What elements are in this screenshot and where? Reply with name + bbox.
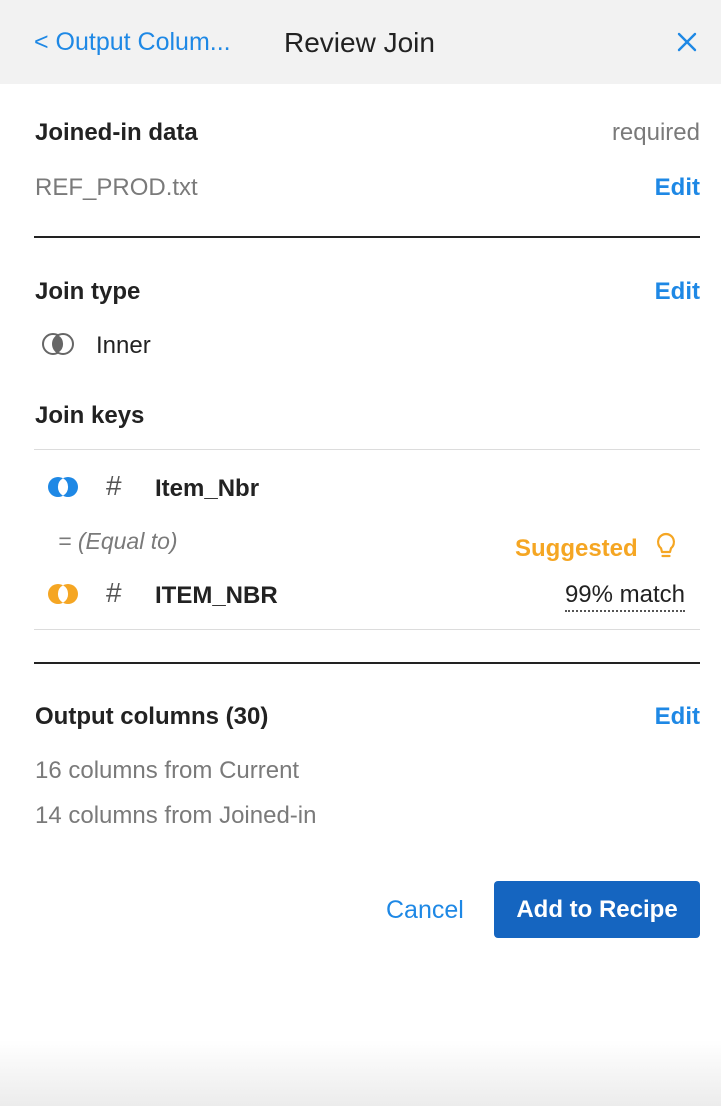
section-divider — [34, 662, 700, 664]
join-keys-label: Join keys — [35, 402, 145, 429]
numeric-type-icon: # — [106, 470, 122, 501]
join-keys-top-divider — [34, 449, 700, 450]
joined-in-file-name: REF_PROD.txt — [35, 174, 198, 201]
match-percentage-link[interactable]: 99% match — [564, 581, 685, 612]
edit-join-type-button[interactable]: Edit — [655, 278, 700, 306]
bottom-fade — [0, 1040, 721, 1106]
section-divider — [34, 236, 700, 238]
suggested-label: Suggested — [515, 535, 638, 562]
join-operator-label: = (Equal to) — [58, 528, 178, 554]
cancel-button[interactable]: Cancel — [386, 896, 464, 925]
required-label: required — [611, 119, 700, 146]
columns-from-joined-in: 14 columns from Joined-in — [35, 802, 317, 829]
add-to-recipe-label: Add to Recipe — [516, 895, 678, 923]
page-title: Review Join — [284, 27, 435, 58]
joined-dataset-key-icon — [46, 582, 80, 611]
inner-join-icon — [41, 332, 75, 361]
close-icon[interactable] — [675, 30, 699, 54]
output-columns-label: Output columns (30) — [35, 703, 269, 730]
current-join-key: Item_Nbr — [155, 475, 260, 502]
join-type-value: Inner — [96, 332, 151, 359]
edit-joined-in-button[interactable]: Edit — [655, 174, 700, 202]
edit-output-columns-button[interactable]: Edit — [655, 703, 700, 731]
join-type-label: Join type — [35, 278, 141, 305]
joined-join-key: ITEM_NBR — [155, 582, 278, 609]
add-to-recipe-button[interactable]: Add to Recipe — [494, 881, 700, 938]
numeric-type-icon: # — [106, 577, 122, 608]
columns-from-current: 16 columns from Current — [35, 757, 300, 784]
back-to-output-columns-link[interactable]: < Output Colum... — [34, 28, 231, 57]
current-dataset-key-icon — [46, 475, 80, 504]
join-keys-bottom-divider — [34, 629, 700, 630]
panel-header: < Output Colum... Review Join — [0, 0, 721, 84]
joined-in-data-label: Joined-in data — [35, 119, 198, 146]
lightbulb-icon — [656, 532, 676, 565]
